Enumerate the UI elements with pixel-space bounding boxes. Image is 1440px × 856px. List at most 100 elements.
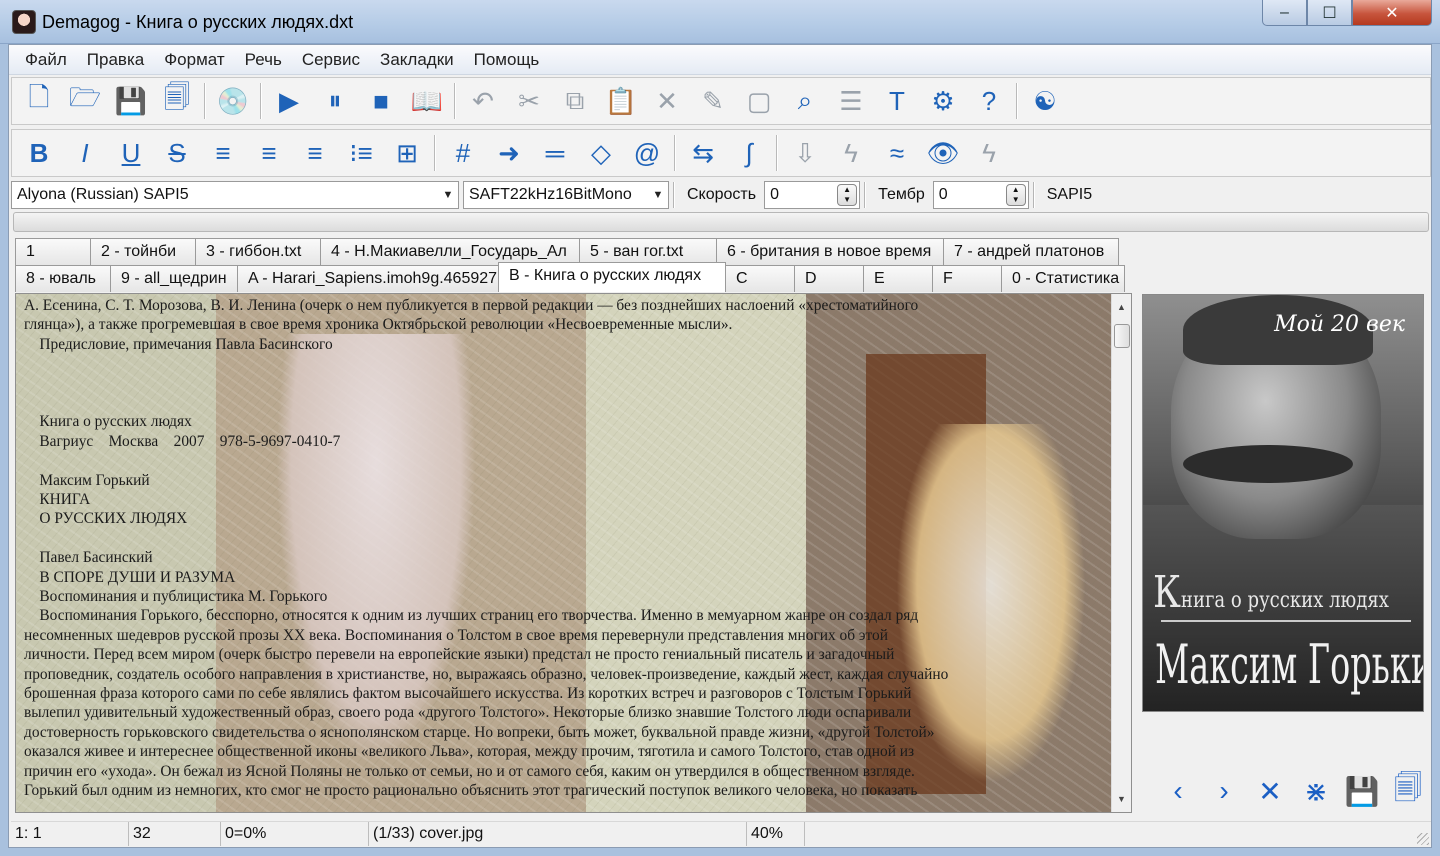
underline-icon[interactable]: U	[108, 133, 154, 173]
tab-row1-0[interactable]: 1	[15, 238, 91, 265]
menu-item[interactable]: Правка	[77, 50, 154, 70]
book-icon[interactable]: 📖	[404, 81, 450, 121]
list-document-icon[interactable]: ☰	[828, 81, 874, 121]
pause-icon[interactable]: ⏸	[312, 81, 358, 121]
find-binoculars-icon[interactable]: ⌕	[782, 81, 828, 121]
select-all-icon[interactable]: ▢	[736, 81, 782, 121]
cut-icon[interactable]: ✂	[506, 81, 552, 121]
tab-row1-4[interactable]: 5 - ван гог.txt	[579, 238, 717, 265]
integral-icon[interactable]: ∫	[726, 133, 772, 173]
speed-value: 0	[770, 186, 779, 203]
maximize-button[interactable]: ☐	[1307, 0, 1352, 26]
paste-icon[interactable]: 📋	[598, 81, 644, 121]
menu-item[interactable]: Сервис	[292, 50, 370, 70]
diamond-icon[interactable]: ◇	[578, 133, 624, 173]
timbre-stepper[interactable]: ▲ ▼	[1005, 184, 1026, 206]
vertical-scrollbar[interactable]: ▲ ▼	[1111, 294, 1131, 812]
hash-icon[interactable]: #	[440, 133, 486, 173]
table-icon[interactable]: ⊞	[384, 133, 430, 173]
engine-label: SAPI5	[1046, 186, 1093, 203]
settings-gear-icon[interactable]: ⚙	[920, 81, 966, 121]
arrow-right-icon[interactable]: ➜	[486, 133, 532, 173]
tab-row2-1[interactable]: 9 - all_щедрин	[110, 265, 238, 292]
tab-row1-3[interactable]: 4 - Н.Макиавелли_Государь_Ал	[320, 238, 580, 265]
align-right-icon[interactable]: ≡	[292, 133, 338, 173]
text-format-icon[interactable]: T	[874, 81, 920, 121]
menu-item[interactable]: Файл	[15, 50, 77, 70]
save-icon[interactable]: 💾	[108, 81, 154, 121]
equals-icon[interactable]: ═	[532, 133, 578, 173]
yin-yang-icon[interactable]: ☯	[1022, 81, 1068, 121]
voice-select[interactable]: Alyona (Russian) SAPI5 ▼	[11, 181, 459, 209]
menu-item[interactable]: Закладки	[370, 50, 464, 70]
align-center-icon[interactable]: ≡	[246, 133, 292, 173]
download-arrow-icon[interactable]: ⇩	[782, 133, 828, 173]
close-button[interactable]: ✕	[1352, 0, 1432, 26]
strikethrough-icon[interactable]: S	[154, 133, 200, 173]
remove-all-images-icon[interactable]: ⋇	[1293, 775, 1339, 807]
remove-image-icon[interactable]: ✕	[1247, 775, 1293, 807]
audio-format-select[interactable]: SAFT22kHz16BitMono ▼	[463, 181, 669, 209]
chevron-down-icon[interactable]: ▼	[648, 182, 668, 208]
tab-row1-6[interactable]: 7 - андрей платонов	[943, 238, 1119, 265]
scroll-down-icon[interactable]: ▼	[1112, 790, 1131, 808]
document-line: О РУССКИХ ЛЮДЯХ	[24, 510, 188, 528]
tab-row2-6[interactable]: E	[863, 265, 933, 292]
approx-icon[interactable]: ≈	[874, 133, 920, 173]
minimize-button[interactable]: ‒	[1262, 0, 1307, 26]
tab-row2-2[interactable]: A - Harari_Sapiens.imoh9g.465927	[237, 265, 499, 292]
speed-input[interactable]: 0 ▲ ▼	[764, 181, 861, 209]
play-icon[interactable]: ▶	[266, 81, 312, 121]
replace-icon[interactable]: ⇆	[680, 133, 726, 173]
cd-disc-icon[interactable]: 💿	[210, 81, 256, 121]
tab-row2-7[interactable]: F	[932, 265, 1002, 292]
copy-icon[interactable]: ⧉	[552, 81, 598, 121]
toolbar-separator	[434, 135, 436, 171]
document-line: брошенная фраза которого сами по себе яв…	[24, 685, 912, 703]
align-left-icon[interactable]: ≡	[200, 133, 246, 173]
at-sign-icon[interactable]: @	[624, 133, 670, 173]
tab-row1-5[interactable]: 6 - британия в новое время	[716, 238, 944, 265]
lightning-icon[interactable]: ϟ	[828, 133, 874, 173]
save-image-icon[interactable]: 💾	[1339, 775, 1385, 807]
document-line: причин его «ухода». Он бежал из Ясной По…	[24, 762, 915, 780]
save-all-icon[interactable]: 🗐	[154, 81, 200, 121]
document-line: Горький был одним из немногих, кто смог …	[24, 782, 918, 800]
tab-row1-2[interactable]: 3 - гиббон.txt	[195, 238, 321, 265]
new-document-icon[interactable]: 🗋	[16, 81, 62, 121]
tab-row2-8[interactable]: 0 - Статистика	[1001, 265, 1125, 292]
chevron-down-icon[interactable]: ▼	[438, 182, 458, 208]
bold-icon[interactable]: B	[16, 133, 62, 173]
menu-item[interactable]: Помощь	[464, 50, 550, 70]
timbre-input[interactable]: 0 ▲ ▼	[932, 181, 1029, 209]
next-image-icon[interactable]: ›	[1201, 775, 1247, 807]
menu-item[interactable]: Речь	[235, 50, 292, 70]
previous-image-icon[interactable]: ‹	[1155, 775, 1201, 807]
menu-item[interactable]: Формат	[154, 50, 234, 70]
lightning-document-icon[interactable]: ϟ	[966, 133, 1012, 173]
tab-row2-3[interactable]: B - Книга о русских людях	[498, 262, 726, 292]
tab-row1-1[interactable]: 2 - тойнби	[90, 238, 196, 265]
open-folder-icon[interactable]: 🗁	[62, 81, 108, 121]
document-line: В СПОРЕ ДУШИ И РАЗУМА	[24, 568, 236, 586]
document-editor[interactable]: А. Есенина, С. Т. Морозова, В. И. Ленина…	[15, 293, 1132, 813]
tab-row2-5[interactable]: D	[794, 265, 864, 292]
eye-icon[interactable]: 👁	[920, 133, 966, 173]
help-icon[interactable]: ?	[966, 81, 1012, 121]
speed-stepper[interactable]: ▲ ▼	[837, 184, 858, 206]
stop-icon[interactable]: ■	[358, 81, 404, 121]
tab-row2-0[interactable]: 8 - юваль	[15, 265, 111, 292]
window-controls: ‒ ☐ ✕	[1262, 0, 1432, 26]
edit-icon[interactable]: ✎	[690, 81, 736, 121]
delete-icon[interactable]: ✕	[644, 81, 690, 121]
save-all-images-icon[interactable]: 🗐	[1385, 772, 1431, 807]
undo-icon[interactable]: ↶	[460, 81, 506, 121]
bullet-list-icon[interactable]: ⁝≡	[338, 133, 384, 173]
scroll-up-icon[interactable]: ▲	[1112, 298, 1131, 316]
document-text[interactable]: А. Есенина, С. Т. Морозова, В. И. Ленина…	[24, 296, 1104, 800]
tab-row2-4[interactable]: C	[725, 265, 795, 292]
document-line: Вагриус Москва 2007 978-5-9697-0410-7	[24, 432, 341, 450]
resize-grip-icon[interactable]	[1417, 833, 1429, 845]
italic-icon[interactable]: I	[62, 133, 108, 173]
scroll-thumb[interactable]	[1114, 324, 1130, 348]
